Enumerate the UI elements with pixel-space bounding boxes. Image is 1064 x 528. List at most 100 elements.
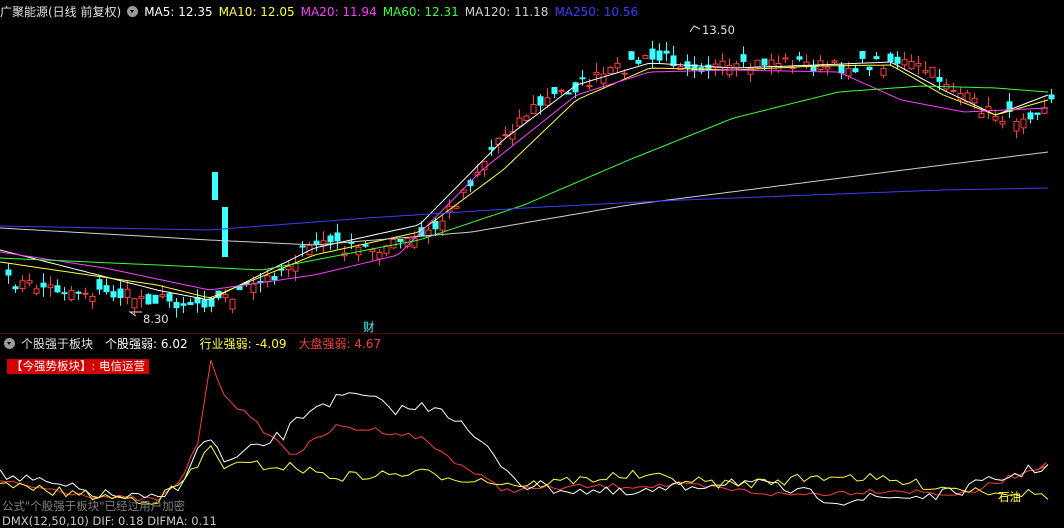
candle-body: [26, 280, 33, 284]
candles: [5, 40, 1055, 318]
candle-body: [642, 55, 649, 59]
candle-body: [1027, 112, 1034, 120]
candle-body: [212, 172, 218, 200]
candle-body: [992, 116, 999, 121]
candle-body: [96, 279, 103, 290]
candle-body: [922, 70, 929, 73]
candle-body: [831, 60, 838, 63]
candle-body: [901, 59, 908, 66]
candle-body: [936, 76, 943, 82]
candle-body: [908, 60, 915, 70]
candle-body: [68, 290, 75, 301]
candle-body: [180, 303, 187, 306]
candle-body: [299, 245, 306, 248]
ma20-line: [0, 69, 1049, 291]
candle-body: [565, 92, 572, 95]
candle-body: [12, 286, 19, 290]
low-pointer: [128, 311, 142, 317]
candle-body: [334, 232, 341, 242]
candle-body: [61, 292, 68, 295]
indicator-chart: [0, 359, 1049, 506]
candle-body: [75, 291, 82, 294]
candle-body: [201, 299, 208, 308]
candle-body: [838, 64, 845, 74]
candle-body: [824, 66, 831, 70]
candle-body: [894, 56, 901, 64]
candle-body: [313, 240, 320, 245]
candle-body: [131, 298, 138, 309]
candle-body: [971, 97, 978, 104]
candle-body: [222, 294, 229, 299]
candle-body: [327, 235, 334, 243]
candle-body: [593, 71, 600, 76]
candle-body: [614, 62, 621, 69]
candle-body: [761, 58, 768, 66]
candle-body: [124, 288, 131, 298]
candle-body: [607, 66, 614, 74]
candle-body: [775, 62, 782, 72]
candle-body: [397, 238, 404, 243]
candle-body: [411, 237, 418, 248]
sector-tag: 石油: [998, 490, 1021, 504]
candle-body: [845, 67, 852, 77]
ma120-line: [0, 151, 1049, 246]
candle-body: [586, 85, 593, 88]
candle-body: [1020, 118, 1027, 129]
candle-body: [376, 252, 383, 260]
candle-body: [369, 249, 376, 253]
candle-body: [600, 73, 607, 84]
candle-body: [635, 59, 642, 64]
candle-body: [159, 294, 166, 298]
candle-body: [110, 291, 117, 298]
candle-body: [222, 207, 228, 257]
sector-strength-line: [0, 444, 1049, 505]
candle-body: [292, 263, 299, 272]
candle-body: [880, 67, 887, 76]
candle-body: [782, 57, 789, 60]
candle-body: [999, 120, 1006, 125]
candlestick-chart: [0, 25, 1064, 334]
candle-body: [985, 106, 992, 112]
candle-body: [649, 48, 656, 60]
ma5-line: [0, 61, 1049, 301]
candle-body: [579, 77, 586, 80]
candle-body: [138, 296, 145, 300]
market-strength-line: [0, 359, 1049, 502]
candle-body: [264, 275, 271, 283]
candle-body: [117, 288, 124, 299]
ma250-line: [0, 187, 1049, 231]
candle-body: [516, 117, 523, 127]
candle-body: [719, 60, 726, 69]
candle-body: [523, 115, 530, 121]
candle-body: [558, 89, 565, 93]
candle-body: [5, 269, 12, 276]
candle-body: [432, 220, 439, 230]
candle-body: [145, 294, 152, 305]
candle-body: [537, 96, 544, 106]
candle-body: [866, 66, 873, 71]
candle-body: [362, 244, 369, 247]
candle-body: [544, 97, 551, 106]
candle-body: [229, 298, 236, 310]
candle-body: [628, 51, 635, 60]
candle-body: [187, 302, 194, 306]
candle-body: [915, 62, 922, 67]
candle-body: [488, 146, 495, 150]
candle-body: [271, 276, 278, 281]
candle-body: [1048, 94, 1055, 100]
ma60-line: [0, 85, 1049, 271]
candle-body: [1013, 120, 1020, 132]
candle-body: [1034, 112, 1041, 115]
candle-body: [82, 292, 89, 295]
candle-body: [40, 282, 47, 288]
candle-body: [390, 238, 397, 249]
candle-body: [453, 205, 460, 209]
ma10-line: [0, 64, 1049, 299]
candle-body: [950, 89, 957, 92]
candle-body: [768, 59, 775, 67]
candle-body: [530, 104, 537, 114]
candle-body: [19, 280, 26, 290]
candle-body: [89, 295, 96, 303]
candle-body: [873, 56, 880, 60]
financial-report-marker[interactable]: 财: [363, 319, 375, 335]
